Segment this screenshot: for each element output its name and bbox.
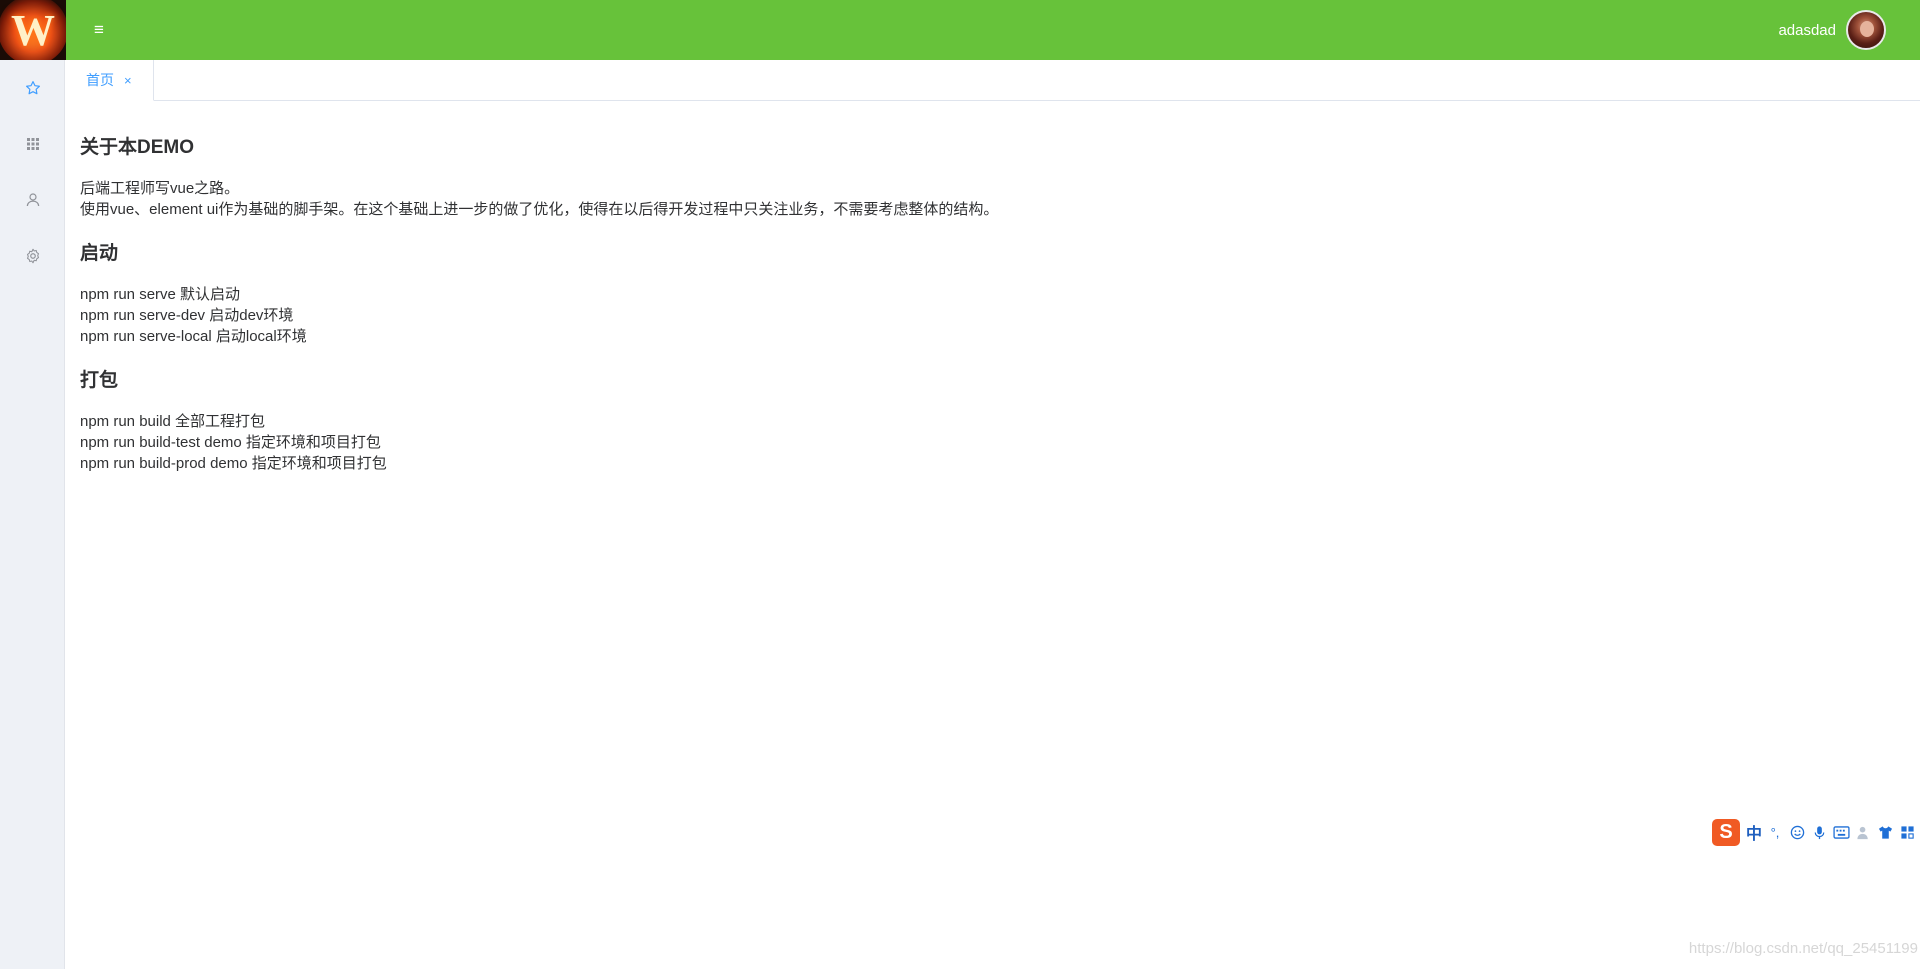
ime-punctuation-icon[interactable]: °, [1766, 823, 1784, 841]
top-header: W ≡ adasdad [0, 0, 1920, 60]
logo-letter: W [11, 5, 55, 55]
build-line: npm run build-prod demo 指定环境和项目打包 [80, 455, 387, 472]
ime-toolbar: S 中 °, [1712, 818, 1920, 846]
ime-toolbox-icon[interactable] [1898, 823, 1916, 841]
menu-toggle-icon[interactable]: ≡ [86, 17, 112, 43]
about-line: 后端工程师写vue之路。 [80, 180, 240, 197]
start-line: npm run serve-local 启动local环境 [80, 328, 307, 345]
about-line: 使用vue、element ui作为基础的脚手架。在这个基础上进一步的做了优化，… [80, 201, 999, 218]
user-avatar[interactable] [1846, 10, 1886, 50]
username-label[interactable]: adasdad [1778, 22, 1836, 39]
ime-mode-toggle[interactable]: 中 [1746, 820, 1762, 844]
star-icon [25, 81, 40, 95]
about-title: 关于本DEMO [80, 137, 195, 158]
sidebar-item-apps[interactable] [0, 116, 65, 172]
gear-icon [26, 248, 39, 264]
ime-emoji-icon[interactable] [1788, 823, 1806, 841]
start-line: npm run serve 默认启动 [80, 286, 241, 303]
close-icon[interactable]: × [124, 74, 132, 87]
sidebar-item-favorites[interactable] [0, 60, 65, 116]
watermark-url: https://blog.csdn.net/qq_25451199 [1688, 940, 1918, 957]
build-line: npm run build-test demo 指定环境和项目打包 [80, 434, 381, 451]
start-title: 启动 [80, 243, 119, 264]
main-content: 关于本DEMO 后端工程师写vue之路。 使用vue、element ui作为基… [80, 134, 1680, 474]
start-line: npm run serve-dev 启动dev环境 [80, 307, 294, 324]
sidebar-item-user[interactable] [0, 172, 65, 228]
ime-logo-icon[interactable]: S [1712, 818, 1740, 846]
app-logo[interactable]: W [0, 0, 66, 60]
grid-icon [26, 138, 39, 150]
build-title: 打包 [80, 370, 119, 391]
menu-toggle-glyph: ≡ [94, 20, 104, 39]
ime-user-icon[interactable] [1854, 823, 1872, 841]
tab-home[interactable]: 首页 × [66, 60, 154, 101]
tab-bar: 首页 × [66, 60, 1920, 101]
ime-microphone-icon[interactable] [1810, 823, 1828, 841]
tab-home-label: 首页 [86, 72, 114, 88]
sidebar [0, 60, 65, 969]
ime-skin-icon[interactable] [1876, 823, 1894, 841]
user-icon [26, 193, 39, 207]
build-line: npm run build 全部工程打包 [80, 413, 266, 430]
app-root: W ≡ adasdad 首页 × 关于本DEMO 后端工程师写vue之路。 使用… [0, 0, 1920, 969]
sidebar-item-settings[interactable] [0, 228, 65, 284]
ime-keyboard-icon[interactable] [1832, 823, 1850, 841]
